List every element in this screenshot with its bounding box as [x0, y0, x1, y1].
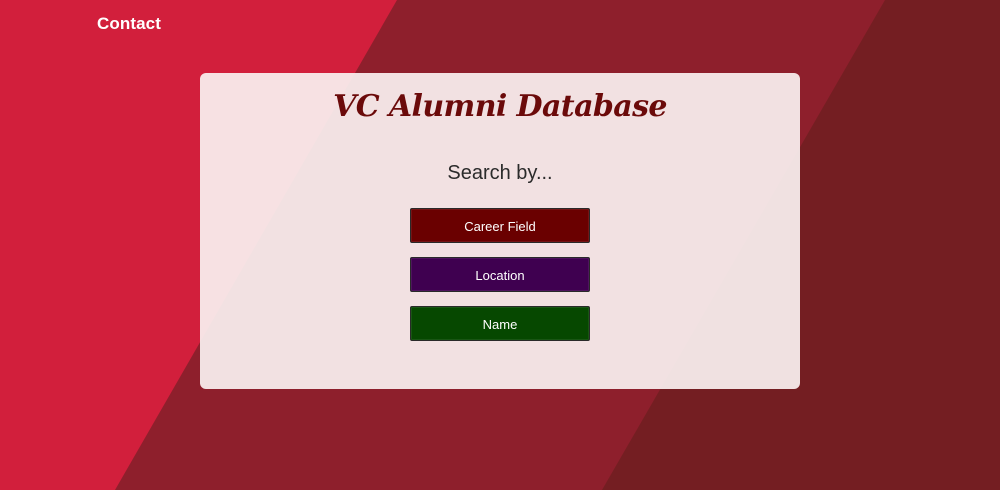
career-field-button[interactable]: Career Field — [410, 208, 590, 243]
location-button[interactable]: Location — [410, 257, 590, 292]
nav-contact-link[interactable]: Contact — [97, 14, 161, 34]
search-card: VC Alumni Database Search by... Career F… — [200, 73, 800, 389]
page-title: VC Alumni Database — [333, 89, 667, 124]
name-button[interactable]: Name — [410, 306, 590, 341]
search-by-label: Search by... — [447, 162, 553, 184]
